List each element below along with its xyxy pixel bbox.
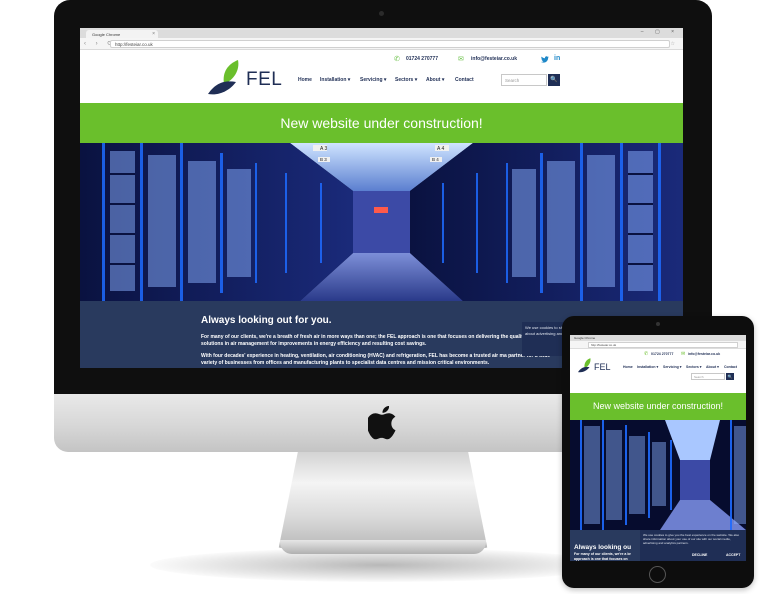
hero-image: A 3 A 4 B 3 B 4: [80, 143, 683, 301]
phone-number[interactable]: 01724 270777: [406, 56, 438, 62]
linkedin-icon[interactable]: in: [554, 55, 560, 62]
imac-stand-base: [280, 540, 486, 554]
nav-item-home[interactable]: Home: [298, 77, 312, 83]
imac-camera: [379, 11, 384, 16]
tab-close-icon[interactable]: ×: [152, 31, 155, 37]
nav-item-servicing[interactable]: Servicing ▾: [360, 77, 386, 83]
ipad-camera: [656, 322, 660, 326]
ipad-hero-image: [570, 420, 746, 530]
nav-item-contact[interactable]: Contact: [455, 77, 474, 83]
bookmark-star-icon[interactable]: ☆: [671, 41, 675, 47]
aisle-label: B 4: [432, 157, 439, 162]
ipad-about-text: For many of our clients, we're a br appr…: [574, 552, 631, 561]
search-icon: 🔍: [550, 77, 558, 83]
about-paragraph-1: For many of our clients, we're a breath …: [201, 334, 526, 347]
ipad-about-heading: Always looking ou: [574, 544, 632, 551]
search-input[interactable]: Search: [501, 74, 547, 86]
browser-tab-title: Google Chrome: [92, 32, 121, 37]
email-icon: ✉: [458, 56, 464, 63]
about-heading: Always looking out for you.: [201, 315, 332, 326]
search-icon: 🔍: [727, 374, 733, 379]
ipad-home-button[interactable]: [649, 566, 666, 583]
ipad-phone[interactable]: 01724 270777: [651, 352, 673, 356]
aisle-label: B 3: [320, 157, 327, 162]
logo-text[interactable]: FEL: [246, 69, 282, 91]
data-centre-photo: [570, 420, 746, 530]
nav-item-sectors[interactable]: Sectors ▾: [395, 77, 417, 83]
ipad-address-bar: http://festeiar.co.uk: [570, 341, 746, 349]
nav-item-contact[interactable]: Contact: [724, 365, 737, 369]
imac-stand: [278, 448, 488, 548]
browser-tab[interactable]: Google Chrome ×: [86, 30, 158, 38]
aisle-label: A 3: [320, 146, 327, 152]
site-header: FEL ✆ 01724 270777 ✉ info@festeiar.co.uk…: [80, 50, 683, 103]
twitter-icon[interactable]: [541, 56, 549, 63]
ipad-search-input[interactable]: Search: [691, 373, 725, 380]
ipad-search-button[interactable]: 🔍: [726, 373, 734, 380]
url-field[interactable]: http://festeiar.co.uk: [110, 40, 670, 48]
email-icon: ✉: [681, 351, 686, 357]
nav-item-installation[interactable]: Installation ▾: [320, 77, 350, 83]
browser-tab-bar: Google Chrome × – ▢ ×: [80, 28, 683, 38]
ipad-logo-text[interactable]: FEL: [594, 362, 611, 372]
nav-item-about[interactable]: About ▾: [426, 77, 444, 83]
about-paragraph-2: With four decades' experience in heating…: [201, 353, 551, 366]
decline-button[interactable]: DECLINE: [692, 553, 707, 557]
accept-button[interactable]: ACCEPT: [726, 553, 740, 557]
nav-item-home[interactable]: Home: [623, 365, 633, 369]
ipad: Google Chrome http://festeiar.co.uk FEL …: [562, 316, 754, 588]
ipad-construction-banner: New website under construction!: [570, 393, 746, 420]
cookie-text: We use cookies to give you the best expe…: [643, 533, 740, 545]
phone-icon: ✆: [394, 56, 400, 63]
window-controls[interactable]: – ▢ ×: [641, 29, 679, 35]
ipad-screen: Google Chrome http://festeiar.co.uk FEL …: [570, 335, 746, 561]
fel-leaf-logo-icon[interactable]: [578, 358, 592, 373]
phone-icon: ✆: [644, 351, 649, 357]
address-bar: ‹ › ⟳ http://festeiar.co.uk ☆: [80, 38, 683, 50]
search-button[interactable]: 🔍: [548, 74, 560, 86]
ipad-site-header: FEL ✆ 01724 270777 ✉ info@festeiar.co.uk…: [570, 349, 746, 393]
email-link[interactable]: info@festeiar.co.uk: [471, 56, 517, 62]
ipad-cookie-banner: We use cookies to give you the best expe…: [640, 530, 746, 561]
nav-item-servicing[interactable]: Servicing ▾: [663, 365, 682, 369]
nav-item-installation[interactable]: Installation ▾: [637, 365, 658, 369]
fel-leaf-logo-icon[interactable]: [208, 60, 242, 96]
ipad-email[interactable]: info@festeiar.co.uk: [688, 352, 720, 356]
ipad-url-field[interactable]: http://festeiar.co.uk: [588, 342, 738, 348]
data-centre-photo: A 3 A 4 B 3 B 4: [80, 143, 683, 301]
nav-item-sectors[interactable]: Sectors ▾: [686, 365, 702, 369]
apple-logo-icon: [368, 406, 396, 440]
aisle-label: A 4: [437, 146, 444, 152]
nav-item-about[interactable]: About ▾: [706, 365, 719, 369]
construction-banner: New website under construction!: [80, 103, 683, 143]
